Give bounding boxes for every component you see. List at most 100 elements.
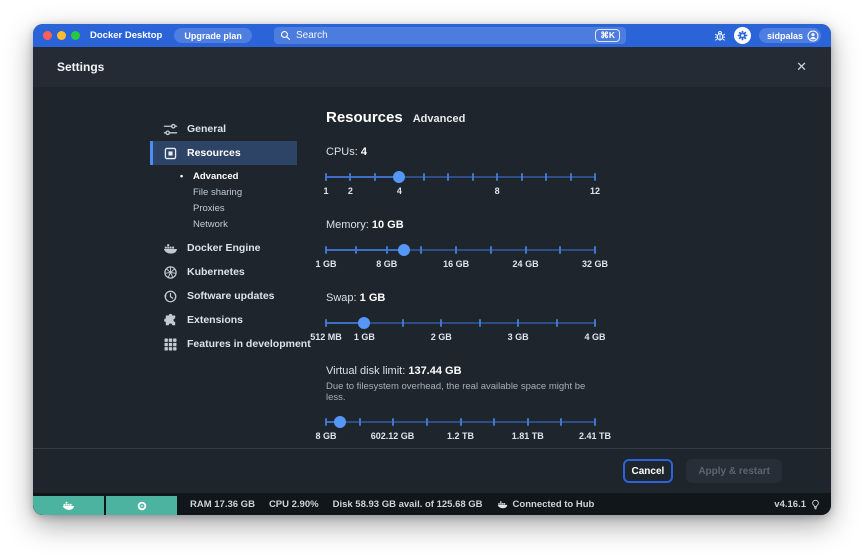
slider-tick-label: 16 GB — [443, 259, 469, 269]
slider-tick — [472, 173, 474, 182]
app-title: Docker Desktop — [90, 30, 162, 41]
minimize-window-button[interactable] — [57, 31, 66, 40]
sidebar-item-extensions[interactable]: Extensions — [150, 308, 297, 332]
page-subtitle: Advanced — [413, 113, 466, 125]
version-info: v4.16.1 — [774, 493, 831, 515]
settings-footer: Cancel Apply & restart — [33, 448, 831, 493]
chip-icon — [163, 146, 178, 161]
slider-tick — [386, 246, 388, 255]
slider-tick — [556, 319, 558, 328]
slider-tick — [455, 246, 457, 255]
slider-tick-label: 1 GB — [354, 332, 375, 342]
slider-tick — [325, 246, 327, 255]
slider-tick-label: 3 GB — [508, 332, 529, 342]
slider-tick — [423, 173, 425, 182]
slider-fill — [326, 176, 399, 179]
page-title: Resources Advanced — [326, 109, 595, 126]
virtual-disk-slider-labels: 8 GB602.12 GB1.2 TB1.81 TB2.41 TB — [326, 431, 595, 442]
sidebar-item-general[interactable]: General — [150, 117, 297, 141]
slider-tick — [560, 418, 562, 427]
sidebar-item-software-updates[interactable]: Software updates — [150, 284, 297, 308]
sidebar-subitem-network[interactable]: Network — [150, 216, 297, 232]
whale-hub-icon — [497, 500, 508, 509]
swap-label: Swap: 1 GB — [326, 292, 595, 304]
resources-subitems: • Advanced File sharing Proxies Network — [150, 165, 297, 236]
puzzle-icon — [163, 313, 178, 328]
slider-tick-label: 32 GB — [582, 259, 608, 269]
close-settings-button[interactable]: ✕ — [796, 59, 807, 75]
zoom-window-button[interactable] — [71, 31, 80, 40]
swap-slider[interactable] — [326, 316, 595, 329]
sidebar-subitem-advanced[interactable]: • Advanced — [150, 168, 297, 184]
whale-icon — [163, 241, 178, 256]
slider-tick — [359, 418, 361, 427]
disk-stat: Disk 58.93 GB avail. of 125.68 GB — [333, 499, 483, 510]
slider-tick — [426, 418, 428, 427]
settings-gear-button[interactable] — [734, 27, 751, 44]
version-number: v4.16.1 — [774, 499, 806, 510]
grid-icon — [163, 337, 178, 352]
hub-connection-status: Connected to Hub — [497, 499, 595, 510]
slider-tick-label: 602.12 GB — [371, 431, 415, 441]
slider-handle[interactable] — [334, 416, 346, 428]
sidebar-item-kubernetes[interactable]: Kubernetes — [150, 260, 297, 284]
search-input[interactable]: Search ⌘K — [274, 27, 626, 44]
slider-tick-label: 4 — [397, 186, 402, 196]
slider-tick-label: 2 — [348, 186, 353, 196]
apply-restart-button[interactable]: Apply & restart — [686, 459, 782, 483]
cpus-field: CPUs: 4 124812 — [326, 146, 595, 197]
sidebar-item-docker-engine[interactable]: Docker Engine — [150, 236, 297, 260]
titlebar-actions: sidpalas — [714, 24, 821, 47]
slider-handle[interactable] — [393, 171, 405, 183]
sidebar-subitem-file-sharing[interactable]: File sharing — [150, 184, 297, 200]
virtual-disk-note: Due to filesystem overhead, the real ava… — [326, 381, 595, 403]
slider-tick-label: 1 GB — [315, 259, 336, 269]
slider-tick — [460, 418, 462, 427]
gear-icon — [737, 30, 748, 41]
resource-stats: RAM 17.36 GB CPU 2.90% Disk 58.93 GB ava… — [190, 493, 594, 515]
cpus-slider[interactable] — [326, 170, 595, 183]
close-window-button[interactable] — [43, 31, 52, 40]
slider-tick-label: 2 GB — [431, 332, 452, 342]
memory-slider-labels: 1 GB8 GB16 GB24 GB32 GB — [326, 259, 595, 270]
slider-tick — [490, 246, 492, 255]
search-icon — [280, 30, 291, 41]
slider-tick — [374, 173, 376, 182]
swap-slider-labels: 512 MB1 GB2 GB3 GB4 GB — [326, 332, 595, 343]
slider-tick-label: 8 GB — [315, 431, 336, 441]
upgrade-plan-button[interactable]: Upgrade plan — [174, 28, 252, 43]
whale-status-icon — [62, 500, 75, 511]
slider-tick — [355, 246, 357, 255]
bulb-icon[interactable] — [810, 499, 821, 510]
slider-tick — [479, 319, 481, 328]
slider-handle[interactable] — [358, 317, 370, 329]
bug-report-icon[interactable] — [714, 30, 726, 42]
memory-slider[interactable] — [326, 243, 595, 256]
user-menu[interactable]: sidpalas — [759, 28, 821, 43]
slider-handle[interactable] — [398, 244, 410, 256]
cancel-button[interactable]: Cancel — [623, 459, 674, 483]
slider-tick — [440, 319, 442, 328]
virtual-disk-field: Virtual disk limit: 137.44 GB Due to fil… — [326, 365, 595, 442]
slider-tick — [521, 173, 523, 182]
ring-icon — [136, 500, 148, 512]
record-status-button[interactable] — [106, 496, 177, 515]
settings-main: General Resources • Advanced File sharin… — [33, 87, 831, 448]
settings-header: Settings ✕ — [33, 47, 831, 87]
sidebar-subitem-proxies[interactable]: Proxies — [150, 200, 297, 216]
engine-running-button[interactable] — [33, 496, 104, 515]
cpus-label: CPUs: 4 — [326, 146, 595, 158]
virtual-disk-slider[interactable] — [326, 415, 595, 428]
slider-tick-label: 2.41 TB — [579, 431, 611, 441]
sidebar-item-resources[interactable]: Resources — [150, 141, 297, 165]
settings-title: Settings — [57, 60, 104, 74]
username: sidpalas — [767, 31, 803, 41]
slider-tick — [594, 246, 596, 255]
resources-advanced-panel: Resources Advanced CPUs: 4 124812 Memory… — [326, 87, 595, 448]
slider-tick-label: 512 MB — [310, 332, 342, 342]
search-shortcut-badge: ⌘K — [595, 29, 620, 42]
sidebar-item-features-in-development[interactable]: Features in development — [150, 332, 297, 356]
slider-tick — [420, 246, 422, 255]
ram-stat: RAM 17.36 GB — [190, 499, 255, 510]
slider-tick — [525, 246, 527, 255]
